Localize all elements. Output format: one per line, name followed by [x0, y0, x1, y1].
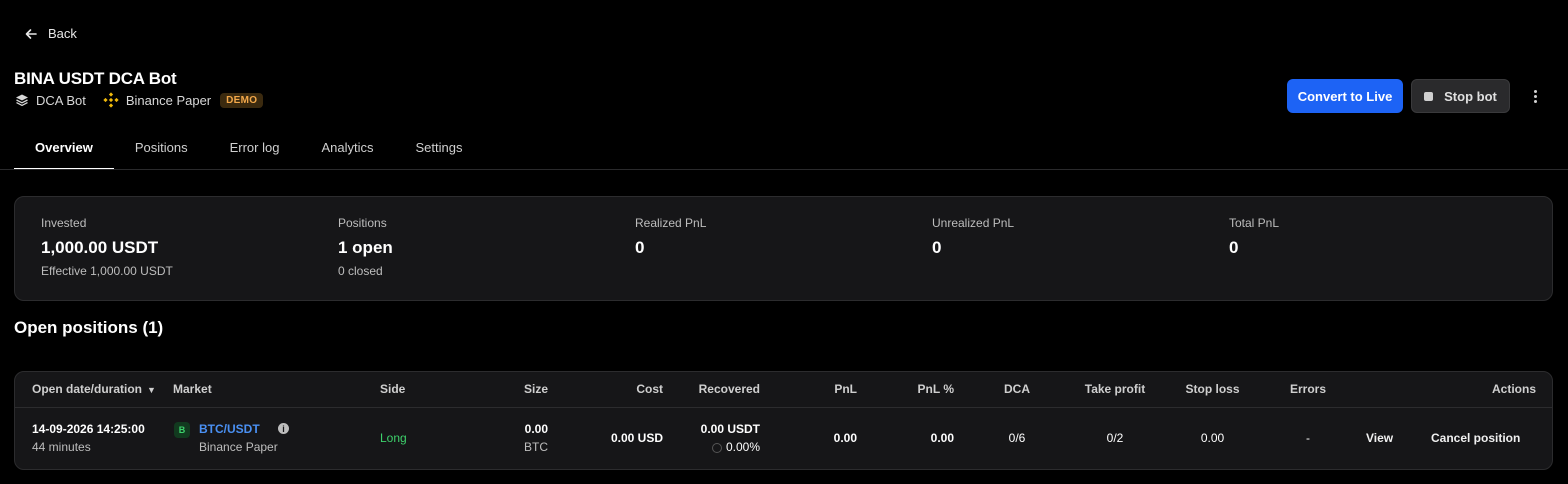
tab-error-log[interactable]: Error log	[209, 130, 301, 168]
tab-overview[interactable]: Overview	[14, 130, 114, 170]
size-unit: BTC	[524, 440, 548, 454]
stat-label: Unrealized PnL	[932, 216, 1015, 230]
errors-value: -	[1306, 431, 1310, 445]
open-positions-title: Open positions (1)	[14, 318, 164, 337]
col-cost: Cost	[636, 382, 663, 396]
open-positions-table: Open date/duration ▼ Market Side Size Cos…	[14, 371, 1553, 470]
stat-realized-pnl: Realized PnL 0	[635, 216, 706, 258]
recovered-value: 0.00 USDT	[700, 422, 760, 436]
demo-badge: DEMO	[220, 92, 264, 108]
col-open-date[interactable]: Open date/duration ▼	[32, 382, 156, 396]
open-date: 14-09-2026 14:25:00	[32, 422, 145, 436]
col-stop-loss: Stop loss	[1185, 382, 1240, 396]
stat-value: 1,000.00 USDT	[41, 238, 159, 257]
stat-label: Realized PnL	[635, 216, 707, 230]
tab-positions[interactable]: Positions	[114, 130, 209, 168]
info-icon[interactable]: i	[278, 423, 289, 434]
cancel-position-button[interactable]: Cancel position	[1431, 431, 1520, 445]
dca-value: 0/6	[1008, 431, 1026, 445]
exchange-badge: B	[174, 422, 190, 438]
pnl-pct-value: 0.00	[930, 431, 954, 445]
recovered-pct: 0.00%	[711, 440, 760, 454]
take-profit-value: 0/2	[1106, 431, 1124, 445]
col-side: Side	[380, 382, 406, 396]
col-market: Market	[173, 382, 212, 396]
page-title: BINA USDT DCA Bot	[14, 69, 177, 88]
layers-icon	[16, 94, 28, 107]
stat-label: Invested	[41, 216, 87, 230]
market-link[interactable]: BTC/USDT	[199, 422, 260, 436]
convert-to-live-button[interactable]: Convert to Live	[1287, 79, 1403, 113]
market-exchange: Binance Paper	[199, 440, 278, 454]
view-button[interactable]: View	[1366, 431, 1393, 445]
stat-sub: 0 closed	[338, 264, 383, 278]
col-actions: Actions	[1491, 382, 1536, 396]
stat-value: 0	[1229, 238, 1239, 257]
stats-card: Invested 1,000.00 USDT Effective 1,000.0…	[14, 196, 1553, 301]
more-options-icon[interactable]	[1527, 87, 1543, 105]
stat-sub: Effective 1,000.00 USDT	[41, 264, 173, 278]
size-value: 0.00	[524, 422, 548, 436]
tab-settings[interactable]: Settings	[394, 130, 483, 168]
stop-icon	[1424, 91, 1434, 101]
exchange-label: Binance Paper	[125, 92, 212, 108]
stop-bot-button[interactable]: Stop bot	[1411, 79, 1510, 113]
tab-divider	[0, 169, 1568, 170]
side-value: Long	[380, 431, 407, 445]
pnl-value: 0.00	[833, 431, 857, 445]
binance-logo-icon	[103, 92, 119, 108]
col-dca: DCA	[1004, 382, 1030, 396]
stat-positions: Positions 1 open 0 closed	[338, 216, 393, 278]
stat-value: 0	[635, 238, 645, 257]
bot-meta: DCA Bot Binance Paper DEMO	[15, 92, 264, 108]
stat-unrealized-pnl: Unrealized PnL 0	[932, 216, 1014, 258]
sort-down-icon: ▼	[147, 385, 156, 395]
col-errors: Errors	[1289, 382, 1327, 396]
stat-value: 1 open	[338, 238, 393, 257]
tab-analytics[interactable]: Analytics	[300, 130, 394, 168]
stat-label: Positions	[338, 216, 387, 230]
stat-total-pnl: Total PnL 0	[1229, 216, 1279, 258]
back-label: Back	[48, 26, 77, 41]
col-size: Size	[523, 382, 548, 396]
bot-exchange: Binance Paper	[103, 92, 211, 108]
stop-loss-value: 0.00	[1200, 431, 1225, 445]
bot-type: DCA Bot	[15, 93, 86, 108]
table-header: Open date/duration ▼ Market Side Size Cos…	[15, 372, 1552, 408]
col-take-profit: Take profit	[1084, 382, 1146, 396]
stat-invested: Invested 1,000.00 USDT Effective 1,000.0…	[41, 216, 173, 278]
tab-bar: Overview Positions Error log Analytics S…	[14, 130, 483, 170]
col-pnl: PnL	[834, 382, 857, 396]
duration: 44 minutes	[32, 440, 91, 454]
stop-bot-label: Stop bot	[1444, 88, 1497, 104]
bot-type-label: DCA Bot	[36, 92, 86, 108]
back-link[interactable]: Back	[24, 26, 77, 41]
progress-ring-icon	[711, 443, 722, 453]
arrow-left-icon	[25, 28, 37, 39]
stat-value: 0	[932, 238, 942, 257]
col-pnl-pct: PnL %	[917, 382, 954, 396]
stat-label: Total PnL	[1229, 216, 1280, 230]
col-recovered: Recovered	[698, 382, 760, 396]
cost-value: 0.00 USD	[610, 431, 663, 445]
